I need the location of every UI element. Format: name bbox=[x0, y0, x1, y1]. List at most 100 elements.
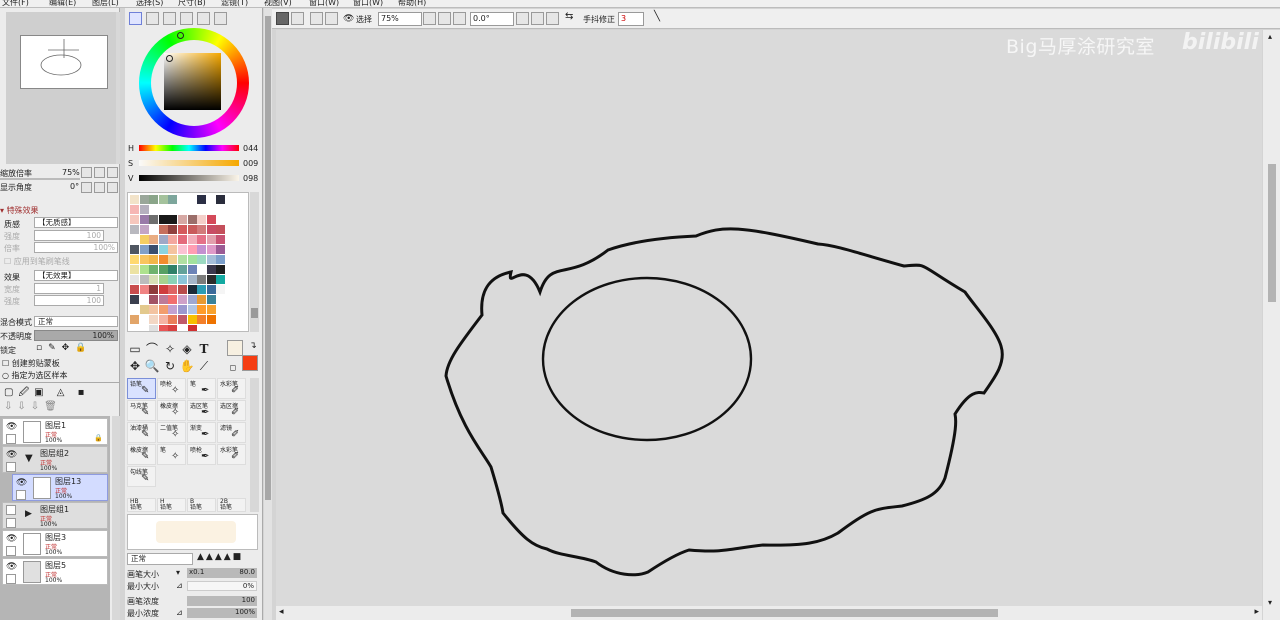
color-swatch[interactable] bbox=[178, 205, 187, 214]
main-color-swatch[interactable] bbox=[227, 340, 243, 356]
color-swatch[interactable] bbox=[178, 275, 187, 284]
color-swatch[interactable] bbox=[149, 325, 159, 331]
color-swatch[interactable] bbox=[130, 225, 139, 234]
swap-colors-icon[interactable]: ↴ bbox=[245, 338, 261, 354]
nav-rotate-right[interactable] bbox=[94, 182, 105, 193]
min-size-slider[interactable]: 0% bbox=[187, 581, 257, 591]
brush-slot[interactable]: 渐变 ✒ bbox=[187, 422, 216, 443]
brush-scrollbar[interactable] bbox=[250, 378, 259, 512]
color-swatch[interactable] bbox=[139, 225, 149, 234]
menu-filter[interactable]: 滤镜(T) bbox=[221, 0, 248, 7]
menu-select[interactable]: 选择(S) bbox=[136, 0, 163, 7]
layer-scrollbar[interactable] bbox=[112, 416, 120, 620]
color-swatch[interactable] bbox=[187, 225, 197, 234]
menu-window2[interactable]: 窗口(W) bbox=[353, 0, 383, 7]
color-swatch[interactable] bbox=[197, 225, 207, 234]
menu-size[interactable]: 尺寸(B) bbox=[178, 0, 206, 7]
color-swatch[interactable] bbox=[149, 225, 159, 234]
effects-header[interactable]: ▾ 特殊效果 bbox=[0, 205, 39, 216]
color-swatch[interactable] bbox=[206, 225, 216, 234]
color-swatch[interactable] bbox=[206, 305, 216, 314]
swatch-palette[interactable] bbox=[127, 192, 249, 332]
color-swatch[interactable] bbox=[168, 315, 178, 324]
color-swatch[interactable] bbox=[187, 235, 197, 244]
nav-zoom-reset[interactable] bbox=[107, 167, 118, 178]
brush-slot[interactable]: 喷枪 ✧ bbox=[157, 378, 186, 399]
blend-mode-select[interactable]: 正常 bbox=[34, 316, 118, 327]
color-swatch[interactable] bbox=[139, 275, 149, 284]
eye-icon[interactable]: 👁 bbox=[6, 422, 18, 432]
hand-tool-icon[interactable]: ✋ bbox=[179, 358, 195, 374]
color-swatch[interactable] bbox=[216, 295, 226, 304]
color-swatch[interactable] bbox=[235, 305, 245, 314]
color-swatch[interactable] bbox=[149, 275, 159, 284]
color-swatch[interactable] bbox=[216, 255, 226, 264]
canvas-vscrollbar[interactable]: ▴ ▾ bbox=[1263, 30, 1280, 620]
navigator-scrollbar[interactable] bbox=[116, 12, 120, 164]
color-swatch[interactable] bbox=[168, 195, 178, 204]
color-swatch[interactable] bbox=[216, 245, 226, 254]
color-swatch[interactable] bbox=[139, 315, 149, 324]
density-slider[interactable]: 100 bbox=[187, 596, 257, 606]
color-swatch[interactable] bbox=[197, 205, 207, 214]
color-swatch[interactable] bbox=[187, 255, 197, 264]
color-swatch[interactable] bbox=[130, 315, 139, 324]
nav-zoom-out[interactable] bbox=[81, 167, 92, 178]
eye-icon[interactable]: 👁 bbox=[16, 478, 28, 488]
scroll-up-arrow-icon[interactable]: ▴ bbox=[1268, 32, 1272, 41]
scroll-down-arrow-icon[interactable]: ▾ bbox=[1268, 598, 1272, 607]
sub-color-swatch[interactable] bbox=[242, 355, 258, 371]
scroll-left-arrow-icon[interactable]: ◂ bbox=[279, 607, 284, 617]
angle-select[interactable]: 0.0° bbox=[470, 12, 514, 26]
color-swatch[interactable] bbox=[168, 215, 178, 224]
line-tool-icon[interactable]: ╲ bbox=[654, 11, 660, 22]
color-swatch[interactable] bbox=[139, 305, 149, 314]
color-swatch[interactable] bbox=[130, 285, 139, 294]
color-swatch[interactable] bbox=[139, 285, 149, 294]
color-swatch[interactable] bbox=[149, 315, 159, 324]
lock-icons[interactable]: ▫✎✥🔒 bbox=[36, 343, 92, 353]
panel-scrollbar[interactable] bbox=[264, 8, 272, 620]
layer-item[interactable]: 👁 图层5 正常 100% bbox=[2, 558, 108, 585]
color-swatch[interactable] bbox=[226, 235, 235, 244]
move-icon[interactable]: ✥ bbox=[127, 358, 143, 374]
color-swatch[interactable] bbox=[226, 265, 235, 274]
color-swatch[interactable] bbox=[206, 315, 216, 324]
color-swatch[interactable] bbox=[158, 205, 168, 214]
select-pen-icon[interactable]: ◈ bbox=[179, 341, 195, 357]
effect-strength-field[interactable]: 100 bbox=[34, 295, 104, 306]
color-swatch[interactable] bbox=[226, 245, 235, 254]
color-swatch[interactable] bbox=[226, 275, 235, 284]
color-swatch[interactable] bbox=[168, 285, 178, 294]
color-swatch[interactable] bbox=[187, 205, 197, 214]
select-label[interactable]: 选择 bbox=[356, 14, 372, 25]
opacity-slider[interactable]: 100% bbox=[34, 330, 118, 341]
apply-to-brush-checkbox[interactable]: ☐ 应用到笔刷笔线 bbox=[4, 256, 70, 267]
rgb-slider-mode-button[interactable] bbox=[146, 12, 159, 25]
min-density-slider[interactable]: 100% bbox=[187, 608, 257, 618]
color-swatch[interactable] bbox=[149, 245, 159, 254]
color-swatch[interactable] bbox=[235, 295, 245, 304]
sv-marker[interactable] bbox=[166, 55, 173, 62]
layer-select-checkbox[interactable] bbox=[6, 518, 16, 528]
color-swatch[interactable] bbox=[206, 295, 216, 304]
color-swatch[interactable] bbox=[226, 295, 235, 304]
color-swatch[interactable] bbox=[216, 195, 226, 204]
color-swatch[interactable] bbox=[235, 205, 245, 214]
color-swatch[interactable] bbox=[149, 305, 159, 314]
color-swatch[interactable] bbox=[130, 275, 139, 284]
color-swatch[interactable] bbox=[158, 285, 168, 294]
vscroll-thumb[interactable] bbox=[1268, 164, 1276, 302]
nav-rotate-reset[interactable] bbox=[107, 182, 118, 193]
color-swatch[interactable] bbox=[130, 205, 139, 214]
color-wheel-mode-button[interactable] bbox=[129, 12, 142, 25]
color-swatch[interactable] bbox=[149, 255, 159, 264]
color-swatch[interactable] bbox=[178, 245, 187, 254]
color-swatch[interactable] bbox=[158, 195, 168, 204]
color-swatch[interactable] bbox=[130, 235, 139, 244]
color-swatch[interactable] bbox=[178, 225, 187, 234]
color-swatch[interactable] bbox=[139, 325, 149, 331]
nav-zoom-in[interactable] bbox=[94, 167, 105, 178]
color-swatch[interactable] bbox=[139, 245, 149, 254]
zoom-slider[interactable] bbox=[0, 178, 80, 180]
